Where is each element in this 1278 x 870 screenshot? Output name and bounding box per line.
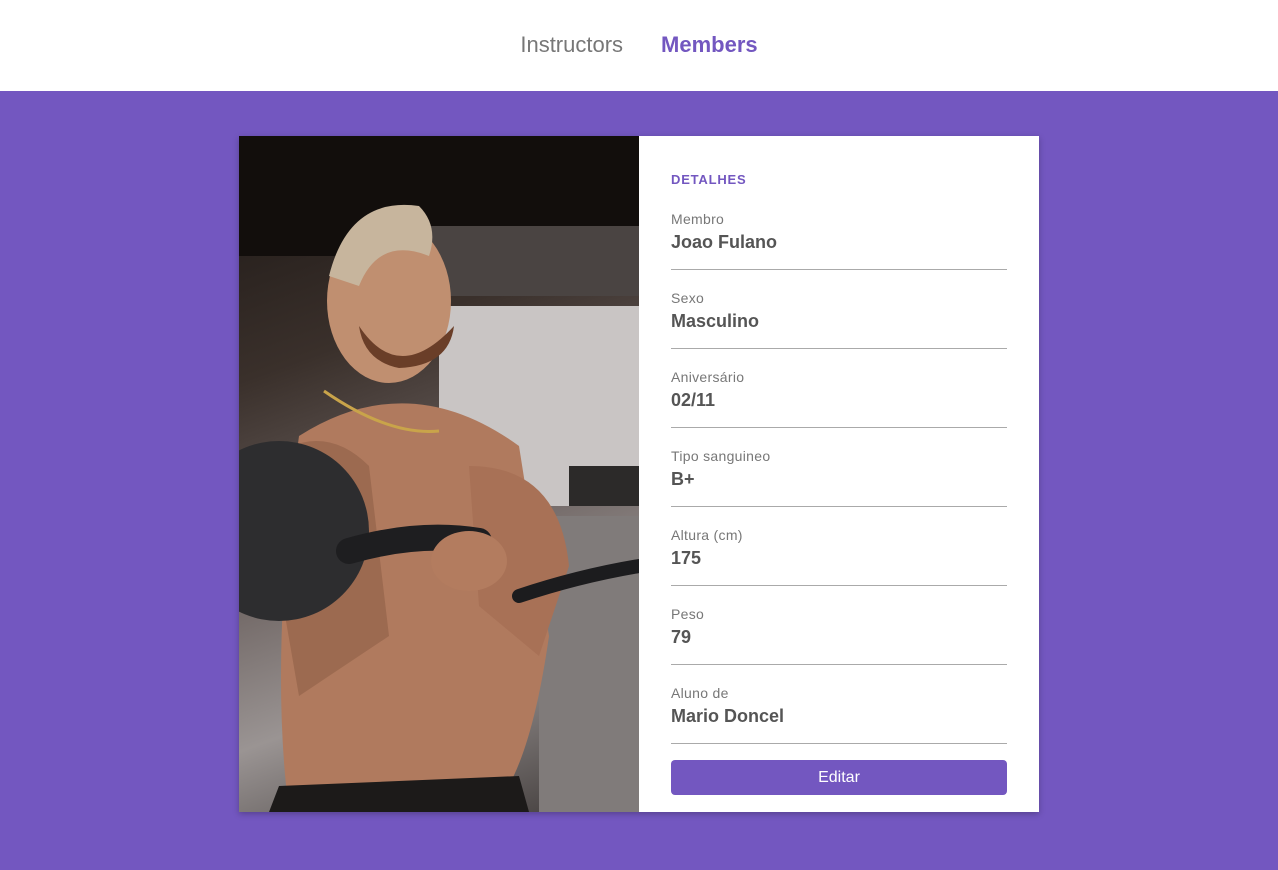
field-label: Aluno de [671, 685, 729, 701]
field-value: 79 [671, 627, 692, 647]
nav-link-members[interactable]: Members [661, 32, 758, 60]
member-photo-illustration [239, 136, 639, 812]
member-photo [239, 136, 639, 812]
field-value: B+ [671, 469, 695, 489]
field-label: Aniversário [671, 369, 745, 385]
member-card: DETALHES Membro Joao Fulano Sexo Masculi… [239, 136, 1039, 812]
field-label: Tipo sanguineo [671, 448, 771, 464]
field-weight: Peso 79 [671, 605, 1007, 665]
field-instructor: Aluno de Mario Doncel [671, 684, 1007, 744]
field-value: 02/11 [671, 390, 716, 410]
field-blood-type: Tipo sanguineo B+ [671, 447, 1007, 507]
field-value: Joao Fulano [671, 232, 778, 252]
field-gender: Sexo Masculino [671, 289, 1007, 349]
top-navigation: Instructors Members [0, 0, 1278, 91]
field-birthday: Aniversário 02/11 [671, 368, 1007, 428]
member-details: DETALHES Membro Joao Fulano Sexo Masculi… [639, 136, 1039, 812]
field-label: Peso [671, 606, 705, 622]
nav-link-instructors[interactable]: Instructors [520, 32, 623, 60]
field-height: Altura (cm) 175 [671, 526, 1007, 586]
section-title: DETALHES [671, 172, 747, 187]
field-value: 175 [671, 548, 702, 568]
field-label: Sexo [671, 290, 705, 306]
field-label: Membro [671, 211, 725, 227]
field-label: Altura (cm) [671, 527, 743, 543]
field-value: Mario Doncel [671, 706, 785, 726]
edit-button[interactable]: Editar [671, 760, 1007, 795]
field-value: Masculino [671, 311, 760, 331]
field-member: Membro Joao Fulano [671, 210, 1007, 270]
